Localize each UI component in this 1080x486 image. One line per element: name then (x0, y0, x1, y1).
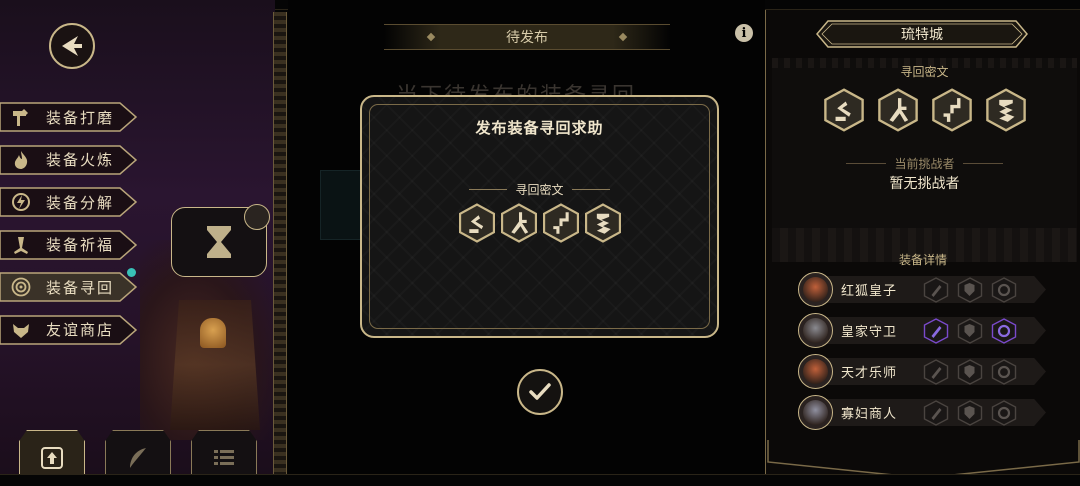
weapon-slot-icon[interactable] (923, 358, 949, 385)
menu-item-4[interactable]: 装备祈福 (0, 229, 137, 260)
panel-rune-2-icon (877, 88, 919, 132)
hammer-icon (10, 106, 32, 128)
armor-slot-icon[interactable] (957, 358, 983, 385)
bell-decoration (200, 318, 226, 348)
recover-speech-bubble[interactable] (171, 204, 270, 277)
divider-line (846, 163, 887, 164)
weapon-slot-icon[interactable] (923, 399, 949, 426)
challenger-label-row: 当前挑战者 (772, 155, 1077, 172)
equipment-row[interactable]: 寡妇商人 (798, 395, 1046, 430)
equipment-row[interactable]: 天才乐师 (798, 354, 1046, 389)
equipment-slots (923, 317, 1017, 344)
menu-item-2[interactable]: 装备火炼 (0, 144, 137, 175)
notification-dot (127, 268, 136, 277)
menu-item-6[interactable]: 友谊商店 (0, 314, 137, 345)
panel-rune-1-icon (823, 88, 865, 132)
menu-item-label: 装备祈福 (46, 236, 115, 254)
fox-shop-icon (10, 319, 32, 341)
modal-title: 发布装备寻回求助 (475, 119, 604, 137)
panel-rune-3-icon (931, 88, 973, 132)
weapon-slot-icon[interactable] (923, 317, 949, 344)
feather-icon (130, 448, 146, 468)
cipher-section: 寻回密文 当前挑战者 暂无挑战者 (772, 58, 1077, 228)
divider-line (962, 163, 1003, 164)
list-icon (214, 450, 234, 465)
equipment-row[interactable]: 红狐皇子 (798, 272, 1046, 307)
menu-item-label: 装备寻回 (46, 278, 115, 297)
ring-slot-icon[interactable] (991, 317, 1017, 344)
divider-line (571, 189, 610, 190)
equipment-row[interactable]: 皇家守卫 (798, 313, 1046, 348)
pray-icon (10, 234, 32, 256)
character-name: 天才乐师 (841, 366, 898, 381)
ring-slot-icon[interactable] (991, 276, 1017, 303)
armor-slot-icon[interactable] (957, 276, 983, 303)
panel-rune-4-icon (985, 88, 1027, 132)
ring-slot-icon[interactable] (991, 358, 1017, 385)
info-icon[interactable]: i (735, 24, 753, 42)
publish-modal: 发布装备寻回求助 寻回密文 (360, 95, 719, 338)
city-name: 琉特城 (901, 27, 943, 43)
diamond-icon (426, 32, 436, 42)
left-panel: 装备打磨 装备火炼 装备分解 装备祈福 装备寻回 友谊商店 (0, 0, 275, 486)
character-name: 寡妇商人 (841, 407, 898, 422)
checkmark-icon (529, 383, 551, 400)
modal-runes (362, 203, 717, 243)
flame-icon (10, 149, 32, 171)
rune-2-icon (500, 203, 538, 243)
ring-slot-icon[interactable] (991, 399, 1017, 426)
rune-3-icon (542, 203, 580, 243)
panel-runes (772, 88, 1077, 132)
confirm-button[interactable] (517, 369, 563, 415)
rune-4-icon (584, 203, 622, 243)
character-name: 皇家守卫 (841, 325, 898, 340)
equipment-list: 红狐皇子 皇家守卫 天才乐师 寡妇商人 (798, 272, 1046, 436)
armor-slot-icon[interactable] (957, 317, 983, 344)
character-avatar (798, 272, 833, 307)
menu-item-label: 装备打磨 (46, 108, 115, 127)
challenger-label: 当前挑战者 (894, 157, 955, 171)
character-avatar (798, 313, 833, 348)
left-divider (273, 12, 287, 474)
character-avatar (798, 395, 833, 430)
center-area: 待发布 i 当下待发布的装备寻回 发布装备寻回求助 寻回密文 (288, 0, 765, 486)
right-panel: 琉特城 寻回密文 当前挑战者 暂无挑战者 装备详情 红狐皇子 皇家守卫 天才乐师… (765, 10, 1080, 480)
decompose-icon (10, 191, 32, 213)
cipher-section-label: 寻回密文 (900, 65, 949, 79)
pending-header: 待发布 (384, 24, 670, 50)
character-avatar (798, 354, 833, 389)
menu-item-label: 友谊商店 (46, 321, 115, 339)
menu-item-5[interactable]: 装备寻回 (0, 268, 137, 302)
challenger-value: 暂无挑战者 (889, 176, 960, 192)
weapon-slot-icon[interactable] (923, 276, 949, 303)
back-arrow-icon (62, 36, 82, 56)
target-icon (10, 276, 32, 298)
equipment-slots (923, 358, 1017, 385)
bottom-edge (0, 474, 1080, 486)
armor-slot-icon[interactable] (957, 399, 983, 426)
side-menu: 装备打磨 装备火炼 装备分解 装备祈福 装备寻回 友谊商店 (0, 102, 140, 357)
divider-line (469, 189, 508, 190)
bag-icon (244, 204, 270, 230)
character-name: 红狐皇子 (841, 284, 898, 299)
back-button[interactable] (49, 23, 95, 69)
menu-item-label: 装备火炼 (46, 151, 115, 169)
equipment-slots (923, 399, 1017, 426)
menu-item-1[interactable]: 装备打磨 (0, 102, 137, 132)
diamond-icon (618, 32, 628, 42)
upload-icon (41, 447, 63, 469)
equipment-label: 装备详情 (898, 253, 947, 267)
cipher-label-row: 寻回密文 (362, 181, 717, 198)
pending-title: 待发布 (506, 30, 548, 46)
rune-1-icon (458, 203, 496, 243)
hourglass-icon (207, 226, 231, 258)
equipment-slots (923, 276, 1017, 303)
menu-item-label: 装备分解 (46, 193, 115, 212)
menu-item-3[interactable]: 装备分解 (0, 187, 137, 217)
cipher-label: 寻回密文 (515, 183, 564, 197)
